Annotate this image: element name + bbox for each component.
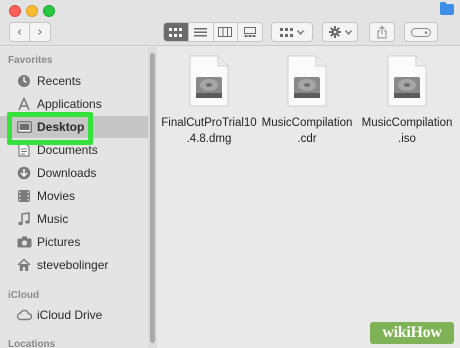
file-name: MusicCompilation .iso <box>362 115 453 147</box>
sidebar-item-label: Music <box>37 212 69 226</box>
sidebar-item-downloads[interactable]: Downloads <box>0 162 148 184</box>
column-view-button[interactable] <box>214 23 239 41</box>
home-icon <box>16 257 32 273</box>
back-button[interactable]: ‹ <box>10 23 30 41</box>
disk-image-icon <box>387 55 427 107</box>
finder-toolbar: ‹ › <box>0 0 460 46</box>
cloud-icon <box>16 307 32 323</box>
sidebar-scrollbar[interactable] <box>148 47 157 348</box>
back-chevron-icon: ‹ <box>16 24 23 40</box>
sidebar-item-label: Applications <box>37 97 102 111</box>
sidebar-item-label: iCloud Drive <box>37 308 103 322</box>
file-name-line: .iso <box>398 133 416 145</box>
wikihow-watermark: wikiHow <box>370 322 454 344</box>
desktop-highlight-box <box>7 112 93 145</box>
sidebar-item-label: Movies <box>37 189 76 203</box>
file-item[interactable]: FinalCutProTrial10 .4.8.dmg <box>159 55 259 147</box>
disk-image-icon <box>189 55 229 107</box>
wikihow-logo: wikiHow <box>382 324 442 341</box>
file-name-line: .cdr <box>297 133 317 145</box>
tags-button[interactable] <box>404 22 438 42</box>
folder-icon <box>440 2 454 15</box>
list-view-icon <box>194 27 208 36</box>
file-item[interactable]: MusicCompilation .iso <box>357 55 457 147</box>
file-name-line: FinalCutProTrial10 <box>161 117 257 129</box>
film-icon <box>16 188 32 204</box>
sidebar-item-music[interactable]: Music <box>0 208 148 230</box>
group-button[interactable] <box>271 22 313 42</box>
icon-view-button[interactable] <box>164 23 189 41</box>
file-name-line: MusicCompilation <box>261 117 353 129</box>
sidebar-item-pictures[interactable]: Pictures <box>0 231 148 253</box>
zoom-window-button[interactable] <box>43 5 55 17</box>
view-mode-selector <box>163 22 263 42</box>
disk-image-icon <box>287 55 327 107</box>
scrollbar-thumb[interactable] <box>150 53 155 343</box>
sidebar-item-movies[interactable]: Movies <box>0 185 148 207</box>
file-name-line: MusicCompilation <box>361 117 453 129</box>
group-icon <box>280 27 293 37</box>
tag-icon <box>411 27 431 37</box>
chevron-down-icon <box>297 29 304 35</box>
file-browser-area: FinalCutProTrial10 .4.8.dmg MusicCompila… <box>157 47 460 348</box>
sidebar-item-label: Pictures <box>37 235 81 249</box>
column-view-icon <box>218 27 233 37</box>
share-icon <box>377 25 387 38</box>
chevron-down-icon <box>344 29 352 35</box>
music-note-icon <box>16 211 32 227</box>
sidebar-item-label: stevebolinger <box>37 258 109 272</box>
file-name: FinalCutProTrial10 .4.8.dmg <box>161 115 256 147</box>
sidebar-item-label: Recents <box>37 74 82 88</box>
sidebar: Favorites Recents Applications Desktop D… <box>0 47 148 348</box>
list-view-button[interactable] <box>189 23 214 41</box>
action-menu-button[interactable] <box>322 22 358 42</box>
minimize-window-button[interactable] <box>26 5 38 17</box>
close-window-button[interactable] <box>9 5 21 17</box>
sidebar-item-label: Downloads <box>37 166 97 180</box>
share-button[interactable] <box>369 22 395 42</box>
icloud-section-title: iCloud <box>8 290 40 301</box>
icon-view-icon <box>169 27 183 37</box>
gallery-view-icon <box>244 27 257 37</box>
download-icon <box>16 165 32 181</box>
file-item[interactable]: MusicCompilation .cdr <box>257 55 357 147</box>
camera-icon <box>16 234 32 250</box>
file-name-line: .4.8.dmg <box>186 133 232 145</box>
applications-icon <box>16 96 32 112</box>
forward-button[interactable]: › <box>30 23 50 41</box>
sidebar-item-home[interactable]: stevebolinger <box>0 254 148 276</box>
forward-chevron-icon: › <box>37 24 43 40</box>
clock-icon <box>16 73 32 89</box>
gallery-view-button[interactable] <box>238 23 262 41</box>
sidebar-item-label: Documents <box>37 143 98 157</box>
file-name: MusicCompilation .cdr <box>262 115 353 147</box>
locations-section-title: Locations <box>8 339 56 348</box>
action-gear-icon <box>328 26 341 38</box>
sidebar-item-recents[interactable]: Recents <box>0 70 148 92</box>
navigation-buttons: ‹ › <box>9 22 51 42</box>
sidebar-item-icloud-drive[interactable]: iCloud Drive <box>0 304 148 326</box>
favorites-section-title: Favorites <box>8 55 53 66</box>
